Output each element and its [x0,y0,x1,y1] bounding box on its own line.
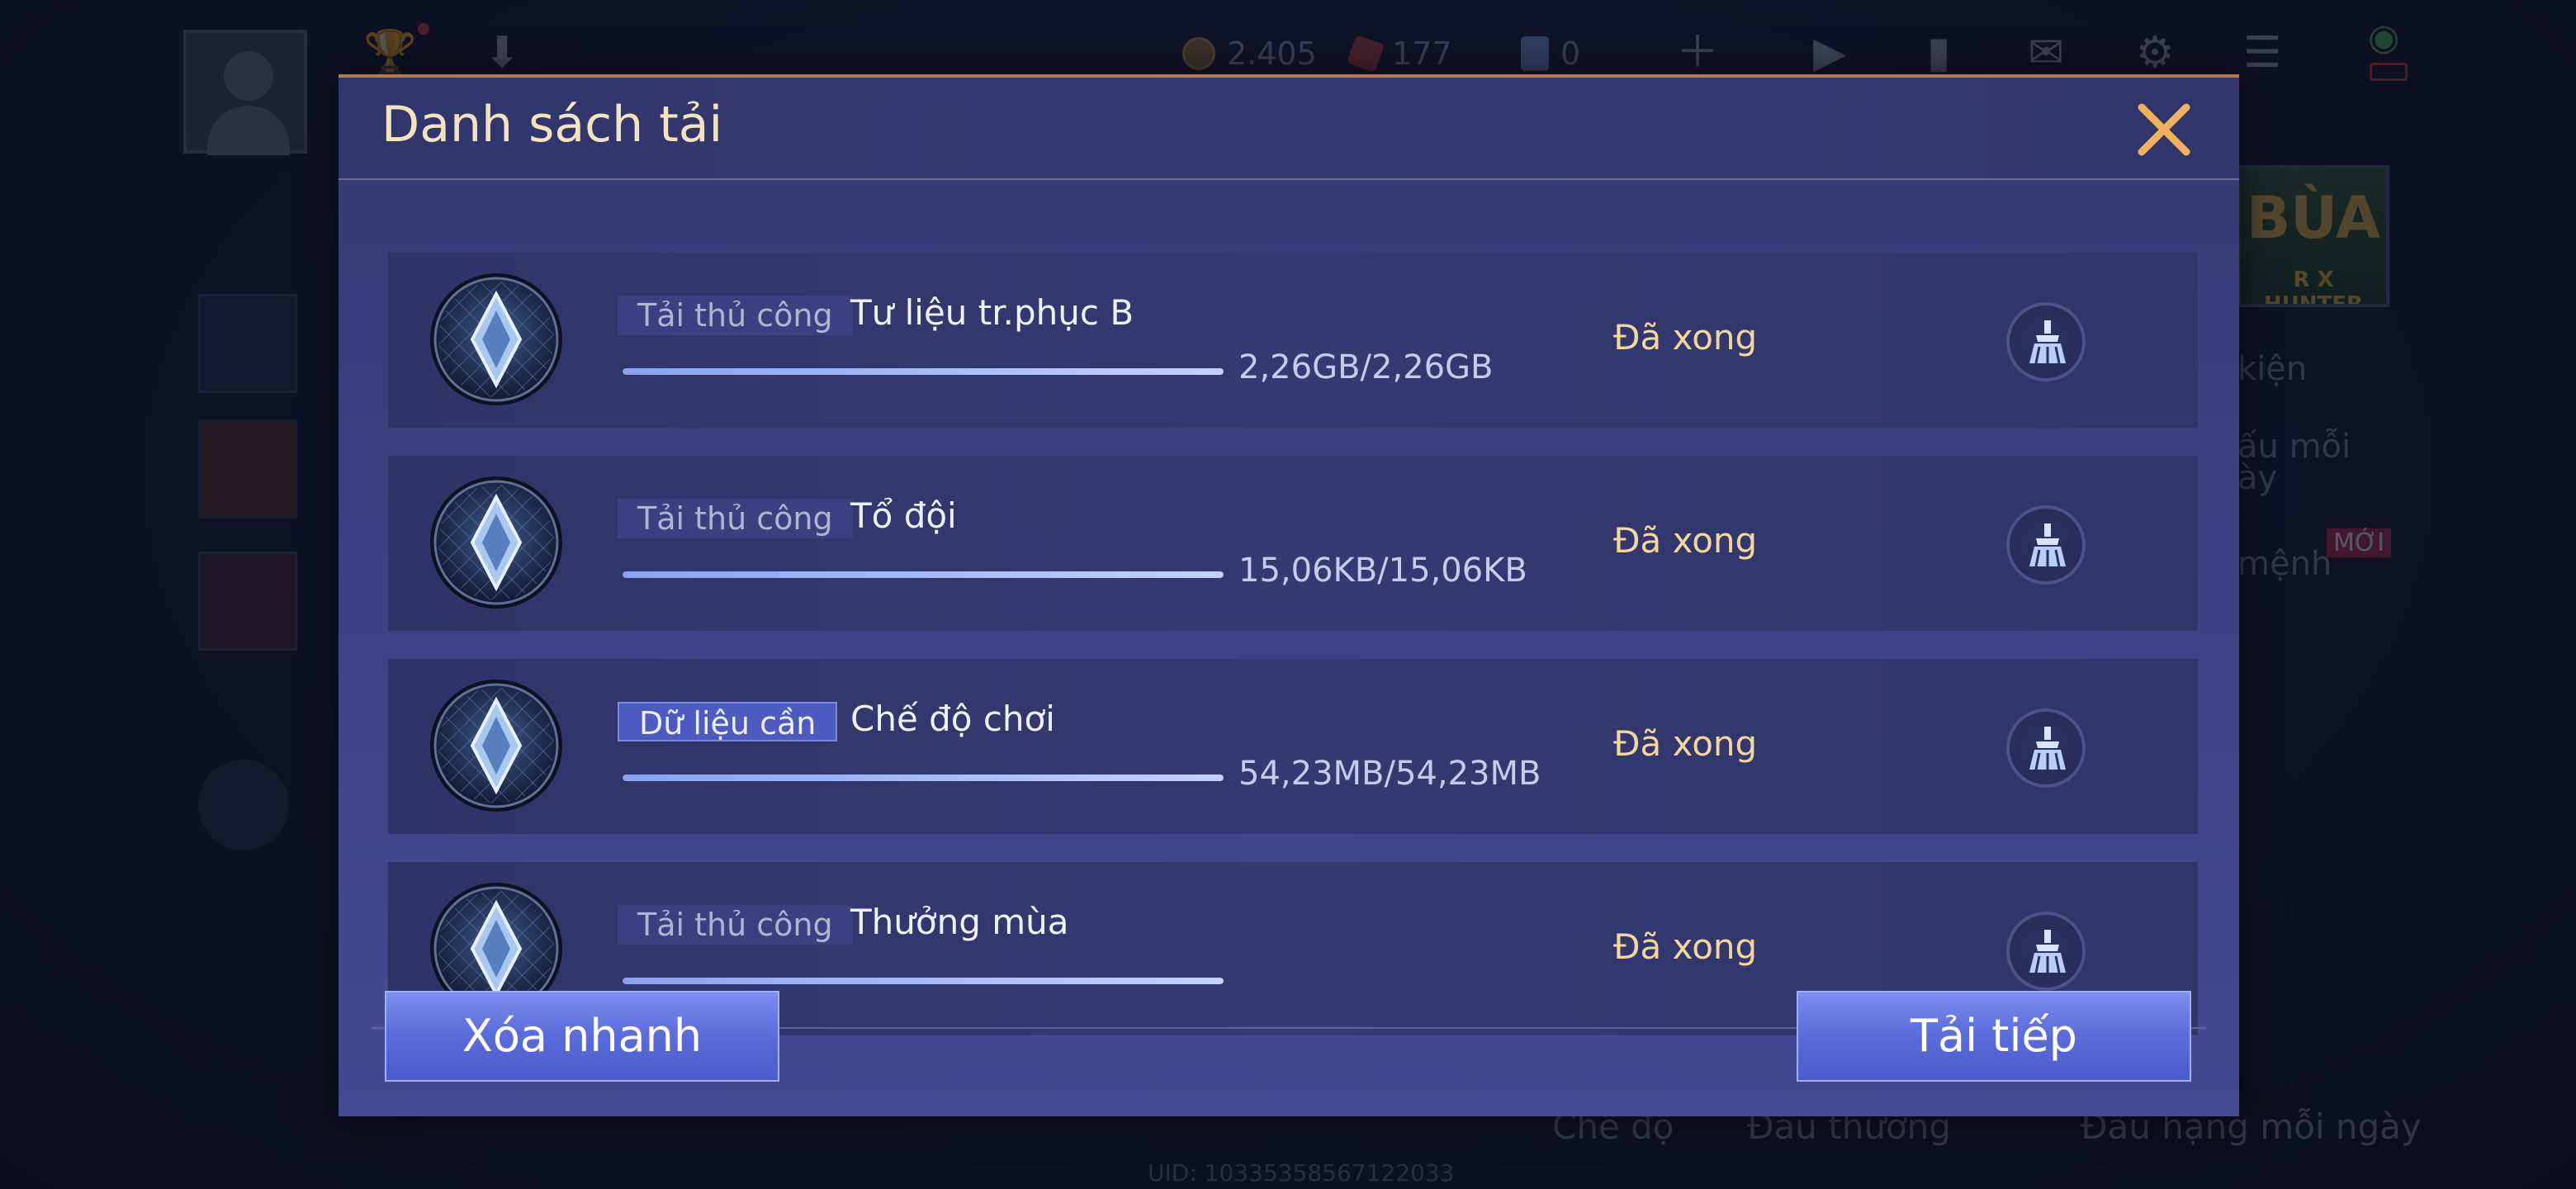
progress-fill [623,368,1224,375]
progress-fill [623,775,1224,781]
dialog-title: Danh sách tải [381,96,723,154]
download-type-tag: Tải thủ công [618,499,853,538]
download-status: Đã xong [1613,723,1758,764]
download-item-name: Tổ đội [850,495,957,536]
progress-bar [623,775,1224,781]
broom-clean-icon [2029,727,2066,770]
download-item-name: Tư liệu tr.phục B [850,292,1134,333]
dialog-header: Danh sách tải [339,78,2239,180]
download-status: Đã xong [1613,520,1758,561]
clean-button[interactable] [2006,708,2086,788]
emblem-icon [430,273,562,405]
progress-bar [623,368,1224,375]
close-button[interactable] [2132,97,2196,162]
download-size: 2,26GB/2,26GB [1238,348,1494,386]
broom-clean-icon [2029,523,2066,567]
emblem-icon [430,680,562,812]
broom-clean-icon [2029,320,2066,364]
progress-fill [623,571,1224,578]
download-row[interactable]: Tải thủ công Tư liệu tr.phục B 2,26GB/2,… [388,253,2198,428]
download-type-tag: Dữ liệu cần [618,702,838,741]
download-row[interactable]: Tải thủ công Tổ đội 15,06KB/15,06KB Đã x… [388,456,2198,631]
download-type-tag: Tải thủ công [618,296,853,335]
download-row[interactable]: Dữ liệu cần Chế độ chơi 54,23MB/54,23MB … [388,659,2198,834]
emblem-icon [428,271,565,408]
download-list-dialog: Danh sách tải Tải thủ công Tư liệu tr.ph… [339,74,2239,1116]
progress-bar [623,571,1224,578]
close-icon [2138,103,2190,156]
continue-download-button[interactable]: Tải tiếp [1797,991,2191,1082]
progress-bar [623,978,1224,984]
quick-delete-button[interactable]: Xóa nhanh [385,991,779,1082]
download-item-name: Thưởng mùa [850,902,1069,942]
download-item-name: Chế độ chơi [850,699,1055,739]
emblem-icon [428,677,565,814]
clean-button[interactable] [2006,302,2086,381]
download-type-tag: Tải thủ công [618,905,853,945]
broom-clean-icon [2029,930,2066,973]
download-size: 15,06KB/15,06KB [1238,552,1527,590]
clean-button[interactable] [2006,505,2086,585]
clean-button[interactable] [2006,912,2086,991]
download-status: Đã xong [1613,317,1758,358]
download-list[interactable]: Tải thủ công Tư liệu tr.phục B 2,26GB/2,… [363,253,2206,1035]
progress-fill [623,978,1224,984]
download-status: Đã xong [1613,926,1758,967]
download-size: 54,23MB/54,23MB [1238,755,1541,793]
emblem-icon [428,474,565,611]
emblem-icon [430,476,562,609]
